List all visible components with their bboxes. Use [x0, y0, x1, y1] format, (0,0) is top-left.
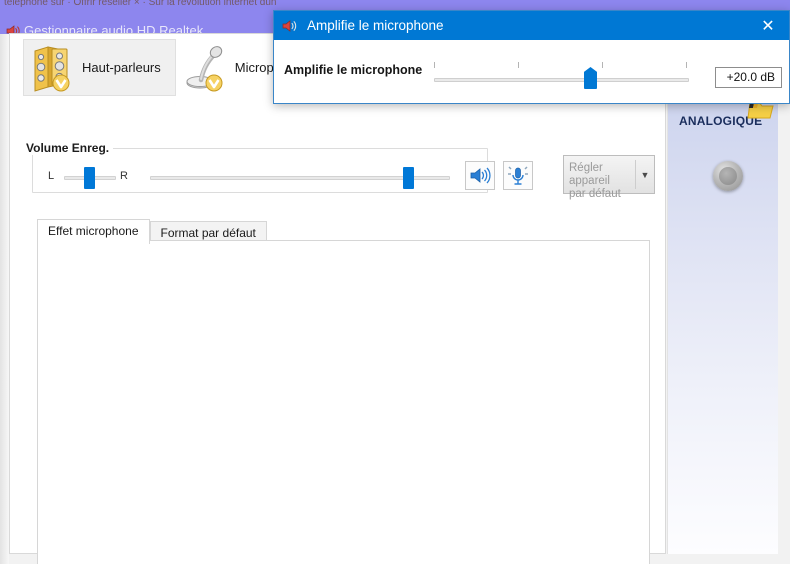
microphone-icon — [183, 43, 229, 93]
boost-slider-ticks — [434, 62, 689, 69]
speaker-icon — [281, 18, 299, 34]
chevron-down-icon[interactable]: ▼ — [636, 156, 654, 193]
background-left-edge — [0, 34, 9, 564]
dialog-body: Amplifie le microphone +20.0 dB — [274, 40, 789, 104]
right-channel-label: R — [120, 170, 128, 182]
realtek-audio-manager-window: Haut-parleurs Microphone Volume Enreg. L… — [9, 33, 666, 564]
boost-slider-label: Amplifie le microphone — [284, 63, 423, 77]
background-browser-tab-text: telephone sûr · Offrir réseller × · Sûr … — [4, 0, 277, 8]
dialog-titlebar: Amplifie le microphone ✕ — [274, 11, 789, 40]
effects-tab-panel — [37, 240, 650, 564]
record-volume-slider-thumb[interactable] — [403, 167, 414, 189]
background-browser-tabstrip: telephone sûr · Offrir réseller × · Sûr … — [0, 0, 790, 10]
screen: telephone sûr · Offrir réseller × · Sûr … — [0, 0, 790, 564]
close-icon[interactable]: ✕ — [747, 11, 789, 40]
left-channel-label: L — [48, 170, 55, 182]
set-default-device-label: Régler appareil par défaut — [569, 162, 621, 200]
boost-slider-track — [434, 78, 689, 82]
balance-slider-thumb[interactable] — [84, 167, 95, 189]
dialog-title: Amplifie le microphone — [307, 18, 444, 33]
record-volume-legend: Volume Enreg. — [22, 141, 114, 155]
microphone-boost-button[interactable] — [503, 161, 533, 190]
microphone-boost-dialog: Amplifie le microphone ✕ Amplifie le mic… — [273, 10, 790, 104]
tab-effet-microphone[interactable]: Effet microphone — [37, 219, 150, 244]
set-default-device-button[interactable]: Régler appareil par défaut ▼ — [563, 155, 655, 200]
boost-slider-thumb[interactable] — [584, 67, 597, 89]
speakers-icon — [30, 43, 76, 93]
analog-jacks-sidebar: ANALOGIQUE — [667, 96, 778, 554]
device-tab-speakers[interactable]: Haut-parleurs — [23, 39, 176, 96]
analog-jack-icon[interactable] — [713, 161, 743, 191]
boost-db-value[interactable]: +20.0 dB — [715, 67, 782, 88]
device-tab-speakers-label: Haut-parleurs — [82, 60, 161, 75]
mute-button[interactable] — [465, 161, 495, 190]
